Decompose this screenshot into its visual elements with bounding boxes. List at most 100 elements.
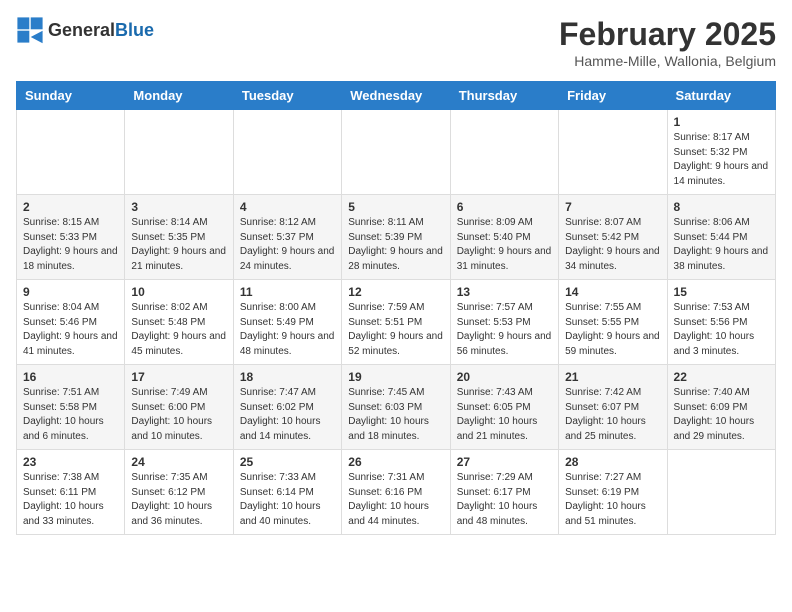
day-number: 3	[131, 200, 226, 214]
day-cell: 18Sunrise: 7:47 AM Sunset: 6:02 PM Dayli…	[233, 365, 341, 450]
day-cell: 13 Sunrise: 7:57 AM Sunset: 5:53 PM Dayli…	[450, 280, 558, 365]
day-cell	[125, 110, 233, 195]
calendar-subtitle: Hamme-Mille, Wallonia, Belgium	[559, 53, 776, 69]
logo-icon	[16, 16, 44, 44]
day-number: 17	[131, 370, 226, 384]
day-cell: 17 Sunrise: 7:49 AM Sunset: 6:00 PM Dayli…	[125, 365, 233, 450]
day-info: Sunrise: 7:31 AM Sunset: 6:16 PM Dayligh…	[348, 471, 443, 529]
day-cell: 6 Sunrise: 8:09 AM Sunset: 5:40 PM Daylig…	[450, 195, 558, 280]
calendar-title: February 2025	[559, 16, 776, 53]
day-info: Sunrise: 7:35 AM Sunset: 6:12 PM Dayligh…	[131, 471, 226, 529]
day-info: Sunrise: 7:43 AM Sunset: 6:05 PM Dayligh…	[457, 386, 552, 444]
day-cell: 28 Sunrise: 7:27 AM Sunset: 6:19 PM Dayli…	[559, 450, 667, 535]
day-cell: 11 Sunrise: 8:00 AM Sunset: 5:49 PM Dayli…	[233, 280, 341, 365]
day-number: 7	[565, 200, 660, 214]
weekday-header-friday: Friday	[559, 82, 667, 110]
day-cell: 3 Sunrise: 8:14 AM Sunset: 5:35 PM Daylig…	[125, 195, 233, 280]
day-cell: 14 Sunrise: 7:55 AM Sunset: 5:55 PM Dayli…	[559, 280, 667, 365]
day-number: 16	[23, 370, 118, 384]
day-number: 6	[457, 200, 552, 214]
day-cell: 21 Sunrise: 7:42 AM Sunset: 6:07 PM Dayli…	[559, 365, 667, 450]
day-number: 15	[674, 285, 769, 299]
calendar-table: SundayMondayTuesdayWednesdayThursdayFrid…	[16, 81, 776, 535]
weekday-header-tuesday: Tuesday	[233, 82, 341, 110]
day-number: 24	[131, 455, 226, 469]
day-cell: 7 Sunrise: 8:07 AM Sunset: 5:42 PM Daylig…	[559, 195, 667, 280]
page-header: GeneralBlue February 2025 Hamme-Mille, W…	[16, 16, 776, 69]
day-cell	[17, 110, 125, 195]
day-number: 9	[23, 285, 118, 299]
day-info: Sunrise: 7:53 AM Sunset: 5:56 PM Dayligh…	[674, 301, 769, 359]
day-info: Sunrise: 8:14 AM Sunset: 5:35 PM Dayligh…	[131, 216, 226, 274]
day-number: 14	[565, 285, 660, 299]
day-info: Sunrise: 7:42 AM Sunset: 6:07 PM Dayligh…	[565, 386, 660, 444]
logo-text-blue: Blue	[115, 20, 154, 40]
day-info: Sunrise: 8:07 AM Sunset: 5:42 PM Dayligh…	[565, 216, 660, 274]
weekday-header-sunday: Sunday	[17, 82, 125, 110]
day-info: Sunrise: 8:17 AM Sunset: 5:32 PM Dayligh…	[674, 131, 769, 189]
day-number: 12	[348, 285, 443, 299]
day-cell: 20 Sunrise: 7:43 AM Sunset: 6:05 PM Dayli…	[450, 365, 558, 450]
day-info: Sunrise: 7:55 AM Sunset: 5:55 PM Dayligh…	[565, 301, 660, 359]
day-info: Sunrise: 8:02 AM Sunset: 5:48 PM Dayligh…	[131, 301, 226, 359]
day-cell: 25Sunrise: 7:33 AM Sunset: 6:14 PM Dayli…	[233, 450, 341, 535]
week-row-1: 1 Sunrise: 8:17 AM Sunset: 5:32 PM Daylig…	[17, 110, 776, 195]
day-number: 20	[457, 370, 552, 384]
day-cell: 4Sunrise: 8:12 AM Sunset: 5:37 PM Daylig…	[233, 195, 341, 280]
day-cell: 9 Sunrise: 8:04 AM Sunset: 5:46 PM Daylig…	[17, 280, 125, 365]
day-cell: 19 Sunrise: 7:45 AM Sunset: 6:03 PM Dayli…	[342, 365, 450, 450]
day-cell: 8 Sunrise: 8:06 AM Sunset: 5:44 PM Daylig…	[667, 195, 775, 280]
day-number: 10	[131, 285, 226, 299]
day-number: 21	[565, 370, 660, 384]
week-row-5: 23Sunrise: 7:38 AM Sunset: 6:11 PM Dayli…	[17, 450, 776, 535]
weekday-header-thursday: Thursday	[450, 82, 558, 110]
day-number: 1	[674, 115, 769, 129]
day-cell	[233, 110, 341, 195]
weekday-header-wednesday: Wednesday	[342, 82, 450, 110]
day-cell: 24 Sunrise: 7:35 AM Sunset: 6:12 PM Dayli…	[125, 450, 233, 535]
day-info: Sunrise: 8:06 AM Sunset: 5:44 PM Dayligh…	[674, 216, 769, 274]
day-cell	[450, 110, 558, 195]
week-row-4: 16Sunrise: 7:51 AM Sunset: 5:58 PM Dayli…	[17, 365, 776, 450]
day-info: Sunrise: 8:00 AM Sunset: 5:49 PM Dayligh…	[240, 301, 335, 359]
day-info: Sunrise: 7:49 AM Sunset: 6:00 PM Dayligh…	[131, 386, 226, 444]
day-info: Sunrise: 8:04 AM Sunset: 5:46 PM Dayligh…	[23, 301, 118, 359]
day-cell: 27 Sunrise: 7:29 AM Sunset: 6:17 PM Dayli…	[450, 450, 558, 535]
weekday-header-row: SundayMondayTuesdayWednesdayThursdayFrid…	[17, 82, 776, 110]
logo: GeneralBlue	[16, 16, 154, 44]
day-cell: 15 Sunrise: 7:53 AM Sunset: 5:56 PM Dayli…	[667, 280, 775, 365]
day-number: 26	[348, 455, 443, 469]
day-cell	[342, 110, 450, 195]
day-cell: 5 Sunrise: 8:11 AM Sunset: 5:39 PM Daylig…	[342, 195, 450, 280]
day-number: 22	[674, 370, 769, 384]
weekday-header-monday: Monday	[125, 82, 233, 110]
day-number: 28	[565, 455, 660, 469]
day-number: 27	[457, 455, 552, 469]
day-number: 8	[674, 200, 769, 214]
day-info: Sunrise: 7:59 AM Sunset: 5:51 PM Dayligh…	[348, 301, 443, 359]
day-cell	[667, 450, 775, 535]
day-cell: 16Sunrise: 7:51 AM Sunset: 5:58 PM Dayli…	[17, 365, 125, 450]
weekday-header-saturday: Saturday	[667, 82, 775, 110]
day-info: Sunrise: 7:38 AM Sunset: 6:11 PM Dayligh…	[23, 471, 118, 529]
day-number: 4	[240, 200, 335, 214]
day-number: 13	[457, 285, 552, 299]
day-number: 11	[240, 285, 335, 299]
day-info: Sunrise: 8:09 AM Sunset: 5:40 PM Dayligh…	[457, 216, 552, 274]
day-cell: 10 Sunrise: 8:02 AM Sunset: 5:48 PM Dayli…	[125, 280, 233, 365]
day-cell: 23Sunrise: 7:38 AM Sunset: 6:11 PM Dayli…	[17, 450, 125, 535]
week-row-2: 2Sunrise: 8:15 AM Sunset: 5:33 PM Daylig…	[17, 195, 776, 280]
day-info: Sunrise: 7:57 AM Sunset: 5:53 PM Dayligh…	[457, 301, 552, 359]
day-info: Sunrise: 8:11 AM Sunset: 5:39 PM Dayligh…	[348, 216, 443, 274]
title-block: February 2025 Hamme-Mille, Wallonia, Bel…	[559, 16, 776, 69]
day-info: Sunrise: 7:45 AM Sunset: 6:03 PM Dayligh…	[348, 386, 443, 444]
day-number: 19	[348, 370, 443, 384]
day-cell: 26 Sunrise: 7:31 AM Sunset: 6:16 PM Dayli…	[342, 450, 450, 535]
day-info: Sunrise: 7:47 AM Sunset: 6:02 PM Dayligh…	[240, 386, 335, 444]
day-number: 5	[348, 200, 443, 214]
day-info: Sunrise: 8:15 AM Sunset: 5:33 PM Dayligh…	[23, 216, 118, 274]
day-cell: 2Sunrise: 8:15 AM Sunset: 5:33 PM Daylig…	[17, 195, 125, 280]
day-cell: 1 Sunrise: 8:17 AM Sunset: 5:32 PM Daylig…	[667, 110, 775, 195]
day-info: Sunrise: 7:27 AM Sunset: 6:19 PM Dayligh…	[565, 471, 660, 529]
day-info: Sunrise: 7:29 AM Sunset: 6:17 PM Dayligh…	[457, 471, 552, 529]
